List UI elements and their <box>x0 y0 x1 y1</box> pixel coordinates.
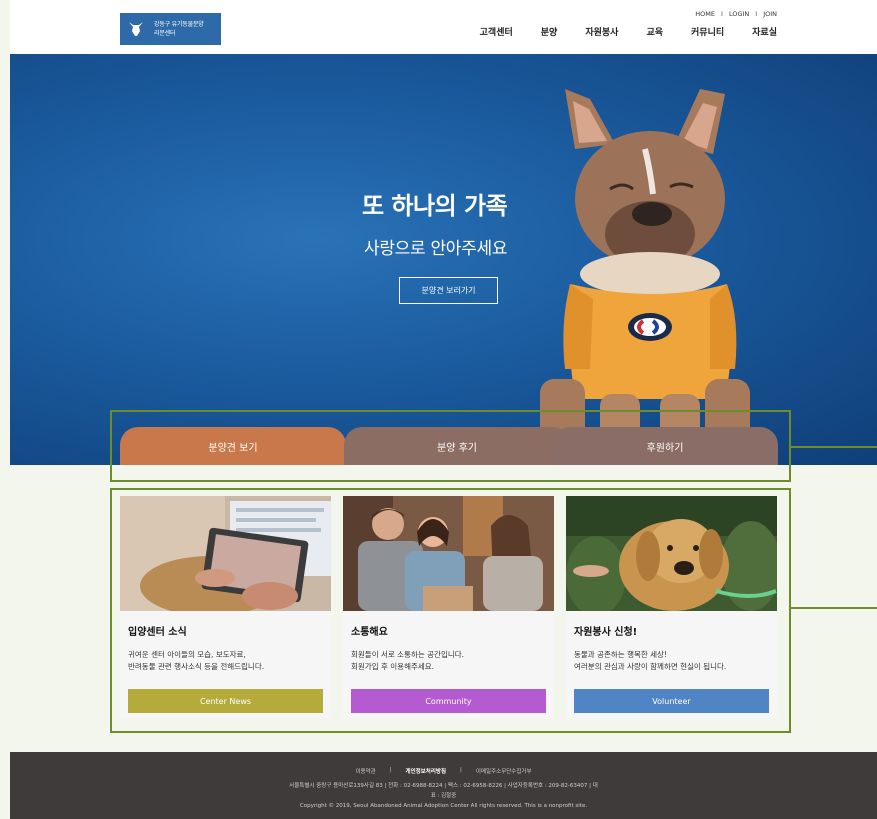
separator: | <box>389 767 392 773</box>
nav-item-community[interactable]: 커뮤니티 <box>691 25 724 38</box>
card-desc-line: 반려동물 관련 행사소식 등을 전해드립니다. <box>128 662 265 671</box>
footer-representative: 표 : 김철중 <box>430 793 457 799</box>
card-volunteer: 자원봉사 신청! 동물과 공존하는 행복한 세상! 여러분의 관심과 사랑이 함… <box>566 496 777 718</box>
annotation-line <box>791 446 877 448</box>
card-description: 동물과 공존하는 행복한 세상! 여러분의 관심과 사랑이 함께하면 현실이 됩… <box>574 649 772 673</box>
utility-links: HOME I LOGIN I JOIN <box>695 10 777 18</box>
card-description: 귀여운 센터 아이들의 모습, 보도자료, 반려동물 관련 행사소식 등을 전해… <box>128 649 326 673</box>
people-photo <box>343 496 554 611</box>
separator: I <box>755 10 758 18</box>
hero-banner: 또 하나의 가족 사랑으로 안아주세요 분양견 보러가기 <box>10 54 877 465</box>
site-logo[interactable]: 강동구 유기동물분양 리분센터 <box>120 13 221 45</box>
hero-subtitle: 사랑으로 안아주세요 <box>364 239 508 259</box>
home-link[interactable]: HOME <box>695 10 715 18</box>
nav-item-archive[interactable]: 자료실 <box>752 25 777 38</box>
tab-adoption-reviews[interactable]: 분양 후기 <box>344 427 570 465</box>
card-description: 회원들이 서로 소통하는 공간입니다. 회원가입 후 이용해주세요. <box>351 649 549 673</box>
footer-address: 서울특별시 중랑구 용마산로139사길 83 | 전화 : 02-6988-82… <box>289 783 598 789</box>
card-desc-line: 회원들이 서로 소통하는 공간입니다. <box>351 650 465 659</box>
view-adoption-dogs-button[interactable]: 분양견 보러가기 <box>399 277 498 304</box>
tablet-photo <box>120 496 331 611</box>
logo-text: 강동구 유기동물분양 리분센터 <box>154 20 204 38</box>
terms-link[interactable]: 이용약관 <box>355 767 375 775</box>
nav-item-customer-center[interactable]: 고객센터 <box>480 25 513 38</box>
annotation-line <box>791 607 877 609</box>
tab-view-adoption-dogs[interactable]: 분양견 보기 <box>120 427 346 465</box>
card-title: 소통해요 <box>351 627 388 638</box>
privacy-policy-link[interactable]: 개인정보처리방침 <box>406 767 446 775</box>
site-footer: 이용약관 | 개인정보처리방침 | 이메일주소무단수집거부 서울특별시 중랑구 … <box>10 752 877 819</box>
separator: | <box>460 767 462 773</box>
join-link[interactable]: JOIN <box>763 10 777 18</box>
logo-line-2: 리분센터 <box>154 30 176 37</box>
footer-copyright: Copyright © 2019, Seoul Abandoned Animal… <box>299 803 588 809</box>
card-title: 입양센터 소식 <box>128 627 187 638</box>
card-title: 자원봉사 신청! <box>574 627 638 638</box>
card-center-news: 입양센터 소식 귀여운 센터 아이들의 모습, 보도자료, 반려동물 관련 행사… <box>120 496 331 718</box>
tab-donate[interactable]: 후원하기 <box>552 427 778 465</box>
nav-item-adoption[interactable]: 분양 <box>541 25 558 38</box>
login-link[interactable]: LOGIN <box>729 10 749 18</box>
volunteer-button[interactable]: Volunteer <box>574 689 769 713</box>
french-bulldog-image <box>540 89 750 464</box>
dog-logo-icon <box>126 19 146 39</box>
hero-title: 또 하나의 가족 <box>362 192 508 220</box>
card-desc-line: 동물과 공존하는 행복한 세상! <box>574 650 667 659</box>
quick-tabs: 분양견 보기 분양 후기 후원하기 <box>120 427 778 465</box>
separator: I <box>721 10 723 18</box>
logo-line-1: 강동구 유기동물분양 <box>154 21 204 28</box>
center-news-button[interactable]: Center News <box>128 689 323 713</box>
card-desc-line: 여러분의 관심과 사랑이 함께하면 현실이 됩니다. <box>574 662 727 671</box>
golden-retriever-photo <box>566 496 777 611</box>
card-desc-line: 귀여운 센터 아이들의 모습, 보도자료, <box>128 650 246 659</box>
site-header: 강동구 유기동물분양 리분센터 HOME I LOGIN I JOIN 고객센터… <box>10 0 877 54</box>
email-refusal-link[interactable]: 이메일주소무단수집거부 <box>476 767 532 775</box>
card-desc-line: 회원가입 후 이용해주세요. <box>351 662 435 671</box>
nav-item-education[interactable]: 교육 <box>646 25 663 38</box>
community-button[interactable]: Community <box>351 689 546 713</box>
footer-links: 이용약관 | 개인정보처리방침 | 이메일주소무단수집거부 <box>10 767 877 775</box>
card-community: 소통해요 회원들이 서로 소통하는 공간입니다. 회원가입 후 이용해주세요. … <box>343 496 554 718</box>
main-nav: 고객센터 분양 자원봉사 교육 커뮤니티 자료실 <box>480 25 777 38</box>
nav-item-volunteer[interactable]: 자원봉사 <box>585 25 618 38</box>
